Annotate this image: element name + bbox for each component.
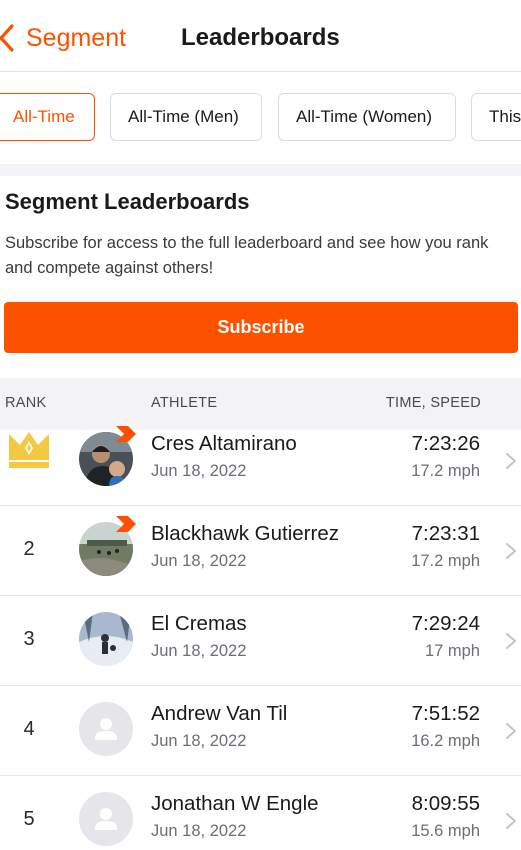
table-row[interactable]: 2 Blackhawk Gutierrez Jun 18, 2022 7:23:…: [0, 506, 521, 596]
chevron-right-icon: [506, 633, 516, 649]
avatar[interactable]: [79, 612, 133, 666]
effort-time: 7:23:31: [411, 522, 480, 545]
table-row[interactable]: Cres Altamirano Jun 18, 2022 7:23:26 17.…: [0, 416, 521, 506]
effort-speed: 16.2 mph: [411, 732, 480, 750]
promo-title: Segment Leaderboards: [5, 189, 250, 214]
effort-time: 7:29:24: [411, 612, 480, 635]
rank-number: 2: [23, 538, 35, 560]
chevron-right-icon: [506, 723, 516, 739]
filter-chip-all-time-women[interactable]: All-Time (Women): [278, 93, 456, 141]
chevron-left-icon: [0, 24, 14, 52]
default-avatar-icon[interactable]: [79, 702, 133, 756]
table-row[interactable]: 3 El Cremas Jun 18, 2022 7:29:24 17 mph: [0, 596, 521, 686]
effort-time: 7:23:26: [411, 432, 480, 455]
time-speed-column-header: TIME, SPEED: [385, 395, 481, 411]
page-title: Leaderboards: [181, 24, 340, 51]
table-row[interactable]: 5 Jonathan W Engle Jun 18, 2022 8:09:55 …: [0, 776, 521, 850]
default-avatar-icon[interactable]: [79, 792, 133, 846]
effort-speed: 17 mph: [424, 642, 480, 660]
filter-chip-this[interactable]: This: [471, 93, 521, 141]
filter-chip-all-time-men[interactable]: All-Time (Men): [110, 93, 262, 141]
section-divider: [0, 164, 521, 176]
athlete-column-header: ATHLETE: [151, 395, 218, 411]
subscribe-button[interactable]: Subscribe: [4, 302, 518, 353]
effort-date: Jun 18, 2022: [151, 552, 247, 570]
chevron-right-icon: [506, 543, 516, 559]
rank-number: 5: [23, 808, 35, 830]
crown-icon: [9, 432, 49, 468]
effort-date: Jun 18, 2022: [151, 732, 247, 750]
filter-chip-all-time[interactable]: All-Time: [0, 93, 95, 141]
back-label: Segment: [26, 23, 127, 52]
filter-chip-bar[interactable]: All-Time All-Time (Men) All-Time (Women)…: [0, 72, 521, 164]
chevron-right-icon: [506, 453, 516, 469]
chevron-right-icon: [506, 813, 516, 829]
rank-number: 4: [23, 718, 35, 740]
effort-speed: 15.6 mph: [411, 822, 480, 840]
table-row[interactable]: 4 Andrew Van Til Jun 18, 2022 7:51:52 16…: [0, 686, 521, 776]
athlete-name[interactable]: Jonathan W Engle: [151, 792, 319, 816]
effort-speed: 17.2 mph: [411, 462, 480, 480]
promo-text: Subscribe for access to the full leaderb…: [5, 234, 489, 277]
subscriber-badge-icon: [116, 516, 136, 532]
effort-date: Jun 18, 2022: [151, 462, 247, 480]
athlete-name[interactable]: Andrew Van Til: [151, 702, 287, 726]
athlete-name[interactable]: El Cremas: [151, 612, 247, 636]
effort-date: Jun 18, 2022: [151, 822, 247, 840]
back-button[interactable]: Segment: [0, 22, 126, 54]
athlete-name[interactable]: Cres Altamirano: [151, 432, 297, 456]
rank-column-header: RANK: [5, 395, 47, 411]
athlete-name[interactable]: Blackhawk Gutierrez: [151, 522, 339, 546]
effort-speed: 17.2 mph: [411, 552, 480, 570]
effort-time: 8:09:55: [411, 792, 480, 815]
effort-time: 7:51:52: [411, 702, 480, 725]
effort-date: Jun 18, 2022: [151, 642, 247, 660]
nav-header: Segment Leaderboards: [0, 0, 521, 72]
subscriber-badge-icon: [116, 426, 136, 442]
rank-number: 3: [23, 628, 35, 650]
